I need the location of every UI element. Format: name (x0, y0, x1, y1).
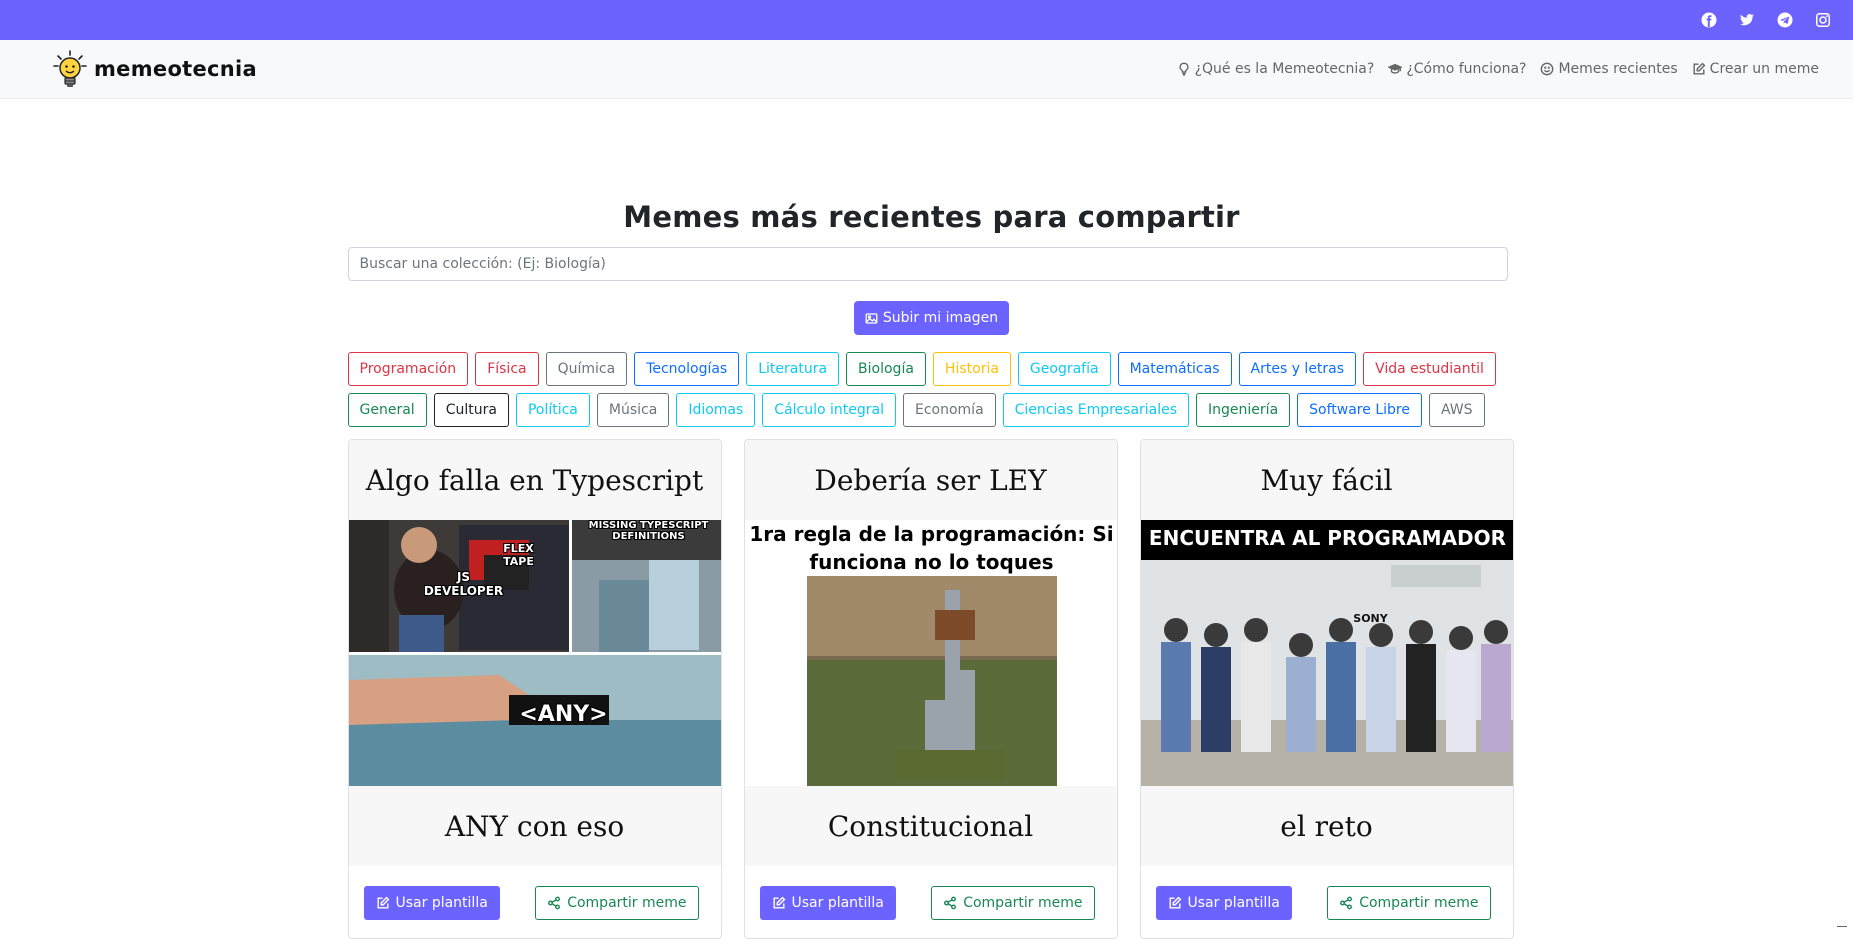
nav-link-label: Crear un meme (1709, 61, 1819, 77)
meme-card: Algo falla en Typescript MISSING TYPESCR… (347, 439, 722, 939)
upload-image-button[interactable]: Subir mi imagen (853, 301, 1010, 335)
nav-link-label: Memes recientes (1558, 61, 1678, 77)
share-icon (1340, 896, 1353, 910)
use-template-button[interactable]: Usar plantilla (759, 886, 896, 920)
meme-image-pipe[interactable]: 1ra regla de la programación: Si funcion… (744, 520, 1117, 786)
meme-caption: MISSING TYPESCRIPT DEFINITIONS (588, 520, 709, 542)
main-navbar: memeotecnia ¿Qué es la Memeotecnia? ¿Cóm… (0, 40, 1853, 99)
share-meme-button[interactable]: Compartir meme (1327, 886, 1491, 920)
meme-top-text: Debería ser LEY (744, 440, 1117, 520)
pencil-square-icon (1168, 896, 1181, 909)
pencil-square-icon (1693, 62, 1706, 75)
twitter-icon[interactable] (1739, 12, 1755, 28)
lightbulb-logo-icon (53, 50, 87, 87)
use-template-label: Usar plantilla (395, 895, 488, 911)
collection-tag[interactable]: Historia (932, 352, 1011, 386)
meme-top-text: Algo falla en Typescript (348, 440, 721, 520)
meme-bottom-text: ANY con eso (348, 786, 721, 866)
telegram-icon[interactable] (1777, 12, 1793, 28)
collection-tag[interactable]: Programación (347, 352, 469, 386)
meme-card: Debería ser LEY 1ra regla de la programa… (743, 439, 1118, 939)
collection-tags: Programación Física Química Tecnologías Lite… (347, 352, 1516, 427)
facebook-icon[interactable] (1701, 12, 1717, 28)
meme-caption: <ANY> (519, 702, 608, 727)
share-meme-button[interactable]: Compartir meme (535, 886, 699, 920)
share-icon (548, 896, 561, 910)
collection-tag[interactable]: AWS (1428, 393, 1485, 427)
nav-link-crear-meme[interactable]: Crear un meme (1692, 61, 1819, 77)
meme-caption: FLEX TAPE (503, 542, 534, 568)
share-meme-button[interactable]: Compartir meme (931, 886, 1095, 920)
collection-tag[interactable]: Economía (903, 393, 996, 427)
collection-tag[interactable]: Ciencias Empresariales (1002, 393, 1190, 427)
pencil-square-icon (772, 896, 785, 909)
collection-tag[interactable]: Biología (846, 352, 926, 386)
meme-caption: ENCUENTRA AL PROGRAMADOR (1148, 526, 1507, 550)
nav-links: ¿Qué es la Memeotecnia? ¿Cómo funciona? … (1177, 61, 1819, 77)
graduation-cap-icon (1388, 63, 1403, 74)
collection-tag[interactable]: Cálculo integral (762, 393, 896, 427)
collection-tag[interactable]: Tecnologías (634, 352, 740, 386)
nav-link-que-es[interactable]: ¿Qué es la Memeotecnia? (1177, 61, 1375, 77)
meme-bottom-text: el reto (1140, 786, 1513, 866)
collection-tag[interactable]: Vida estudiantil (1363, 352, 1496, 386)
collection-tag[interactable]: Física (475, 352, 539, 386)
collection-search-input[interactable] (347, 247, 1508, 281)
nav-link-label: ¿Qué es la Memeotecnia? (1194, 61, 1375, 77)
share-meme-label: Compartir meme (567, 895, 687, 911)
meme-card: Muy fácil ENCUENTRA AL PROGRAMADOR SONY … (1139, 439, 1514, 939)
collection-tag[interactable]: Literatura (746, 352, 840, 386)
share-icon (944, 896, 957, 910)
collection-tag[interactable]: Idiomas (676, 393, 756, 427)
meme-caption: 1ra regla de la programación: Si funcion… (749, 522, 1114, 574)
collection-tag[interactable]: Artes y letras (1238, 352, 1357, 386)
collection-tag[interactable]: Música (596, 393, 670, 427)
lightbulb-icon (1179, 62, 1189, 76)
meme-image-flex-tape[interactable]: MISSING TYPESCRIPT DEFINITIONS JS DEVELO… (348, 520, 721, 786)
nav-link-como-funciona[interactable]: ¿Cómo funciona? (1388, 61, 1526, 77)
use-template-button[interactable]: Usar plantilla (1155, 886, 1292, 920)
brand-logo[interactable]: memeotecnia (52, 49, 257, 89)
collection-tag[interactable]: Cultura (433, 393, 509, 427)
meme-caption: SONY (1353, 612, 1388, 625)
brand-name: memeotecnia (94, 57, 258, 81)
collection-tag[interactable]: Química (545, 352, 628, 386)
main-content: Memes más recientes para compartir Subir… (347, 99, 1516, 939)
use-template-label: Usar plantilla (1187, 895, 1280, 911)
meme-image-group-photo[interactable]: ENCUENTRA AL PROGRAMADOR SONY (1140, 520, 1513, 786)
social-topbar (0, 0, 1853, 40)
image-icon (865, 312, 878, 324)
collection-tag[interactable]: Software Libre (1297, 393, 1422, 427)
collection-tag[interactable]: Política (515, 393, 590, 427)
share-meme-label: Compartir meme (963, 895, 1083, 911)
nav-link-memes-recientes[interactable]: Memes recientes (1540, 61, 1678, 77)
meme-bottom-text: Constitucional (744, 786, 1117, 866)
meme-caption: JS DEVELOPER (423, 570, 504, 598)
use-template-label: Usar plantilla (791, 895, 884, 911)
use-template-button[interactable]: Usar plantilla (363, 886, 500, 920)
page-title: Memes más recientes para compartir (623, 200, 1240, 234)
meme-cards: Algo falla en Typescript MISSING TYPESCR… (347, 439, 1516, 939)
meme-top-text: Muy fácil (1140, 440, 1513, 520)
instagram-icon[interactable] (1815, 12, 1831, 28)
share-meme-label: Compartir meme (1359, 895, 1479, 911)
pencil-square-icon (376, 896, 389, 909)
collection-tag[interactable]: Matemáticas (1117, 352, 1232, 386)
smile-icon (1541, 62, 1554, 76)
collection-tag[interactable]: General (347, 393, 427, 427)
upload-label: Subir mi imagen (882, 310, 999, 326)
collection-tag[interactable]: Geografía (1017, 352, 1111, 386)
collection-tag[interactable]: Ingeniería (1196, 393, 1291, 427)
resize-handle[interactable] (1837, 921, 1847, 927)
nav-link-label: ¿Cómo funciona? (1406, 61, 1527, 77)
